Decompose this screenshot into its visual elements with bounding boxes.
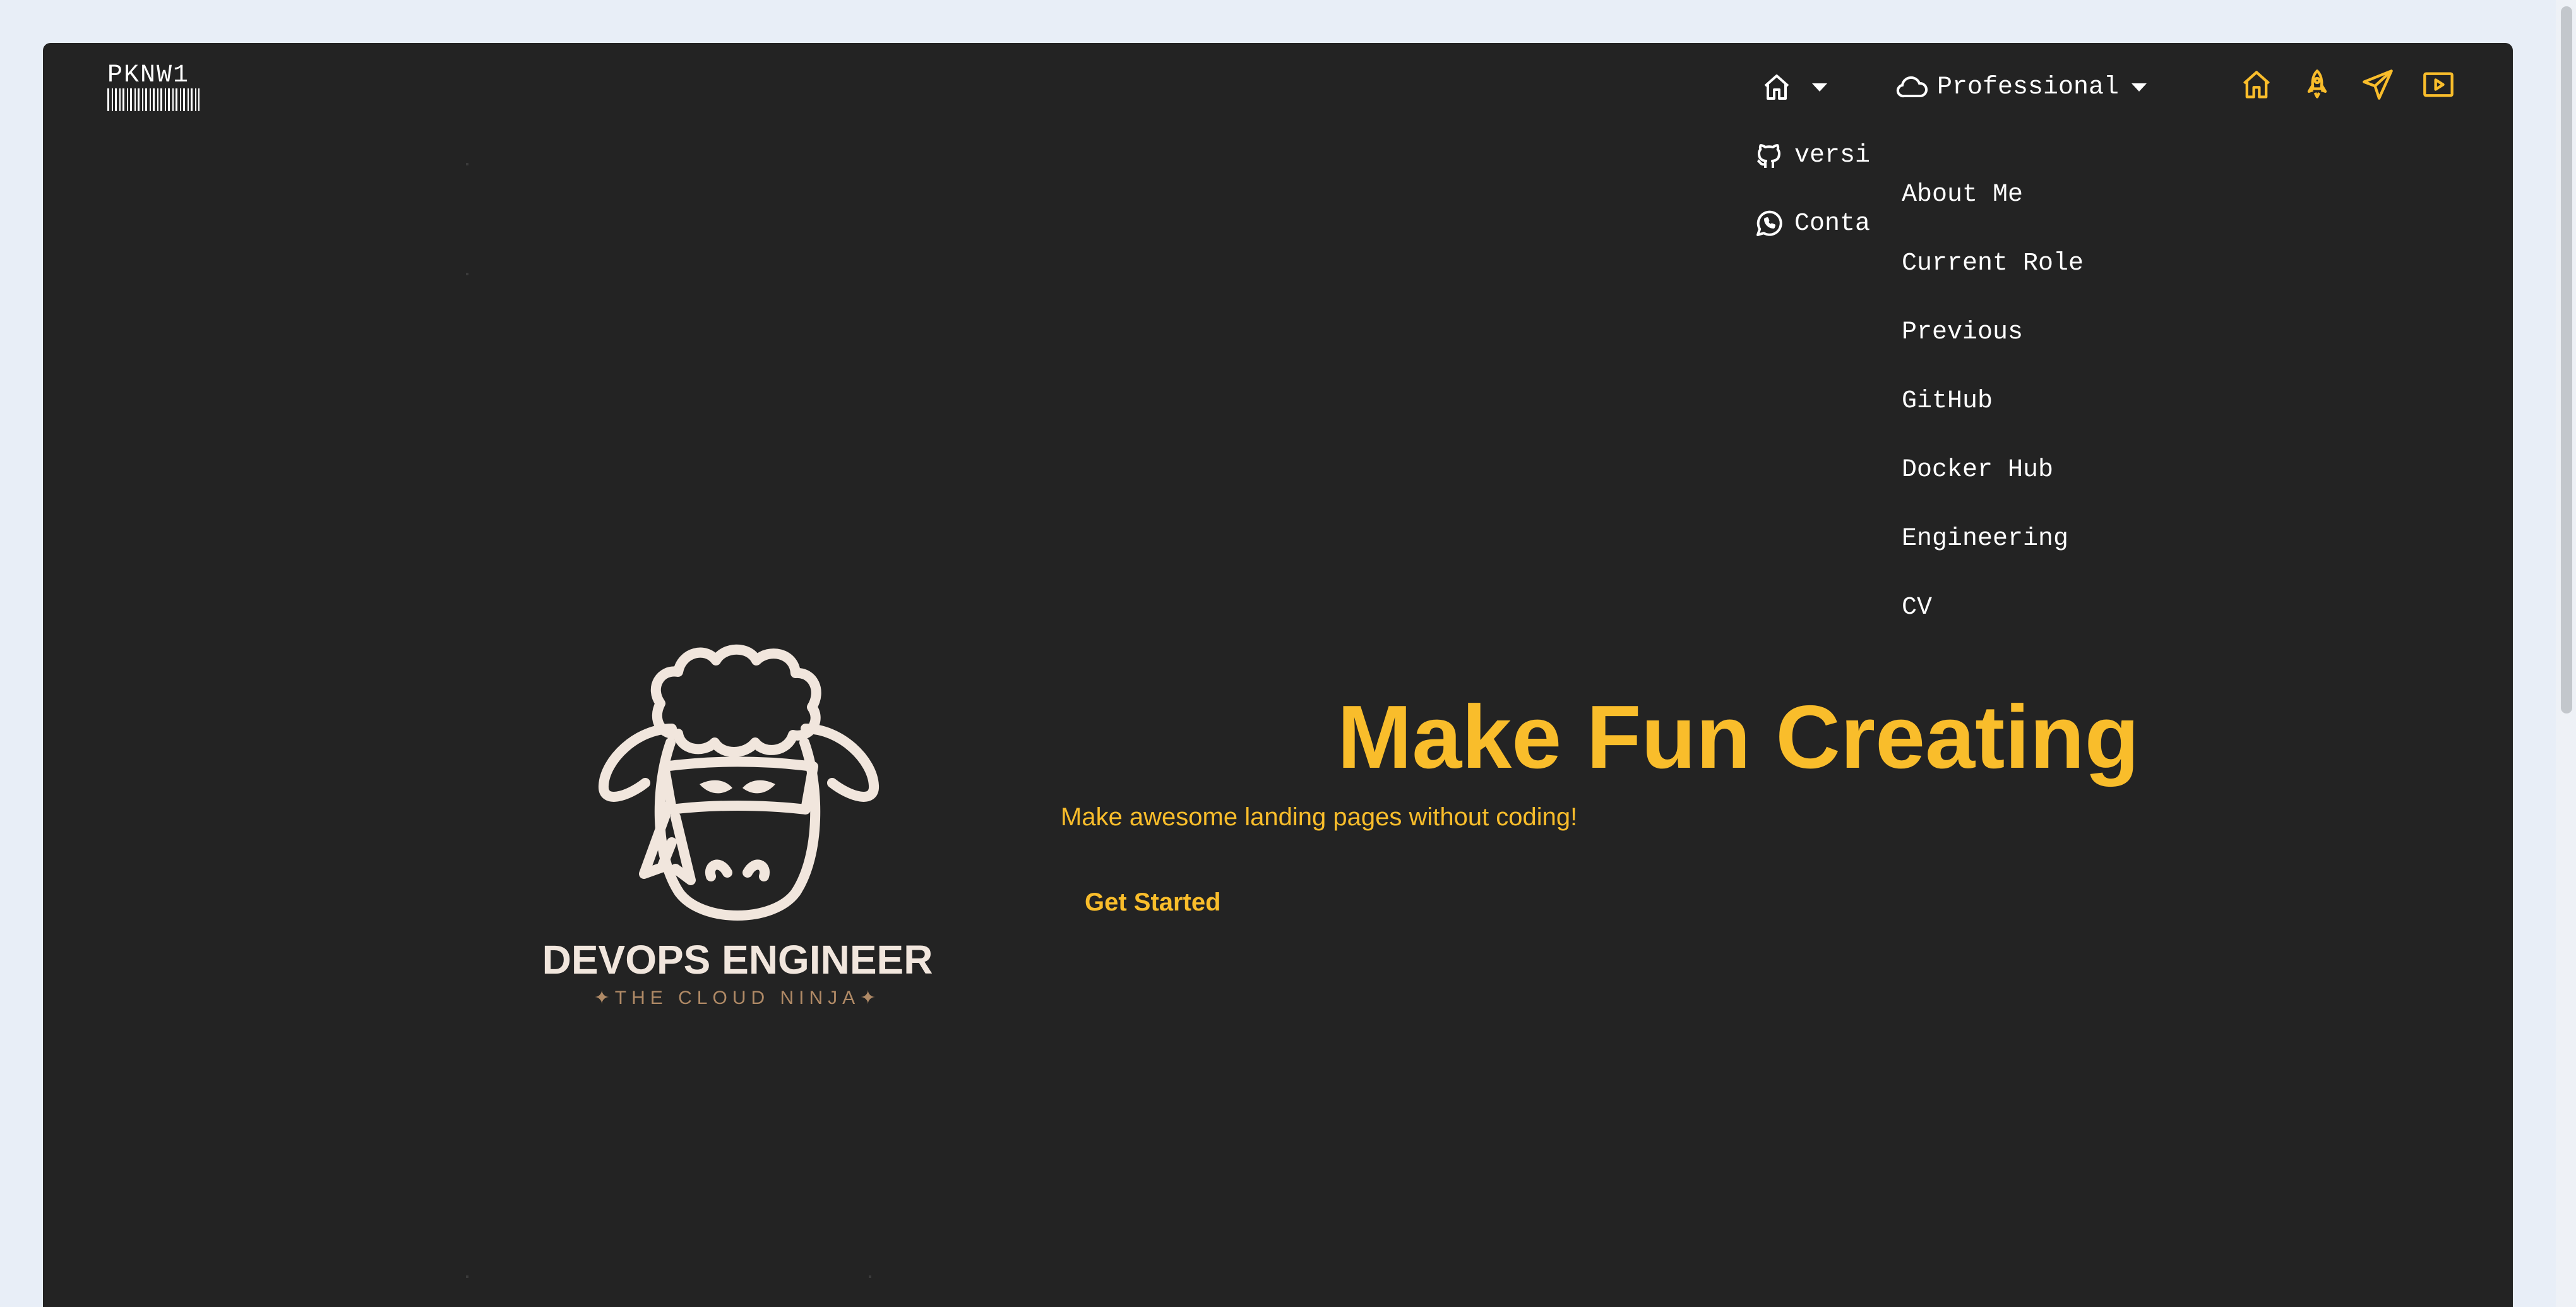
quick-icons [2240, 68, 2455, 101]
cloud-icon [1896, 76, 1928, 98]
barcode-graphic [107, 88, 200, 111]
hero-title: Make Fun Creating [1337, 687, 2140, 787]
hero-subtitle: Make awesome landing pages without codin… [1061, 803, 1578, 831]
chevron-down-icon [2132, 83, 2147, 92]
nav-professional-label: Professional [1937, 73, 2120, 102]
site-logo[interactable]: PKNW1 [107, 63, 200, 111]
home-menu-item-version[interactable]: versi [1754, 138, 1870, 173]
logo-text: PKNW1 [107, 61, 190, 90]
devops-ninja-logo: DEVOPS ENGINEER ✦THE CLOUD NINJA✦ [542, 644, 933, 1008]
home-icon [1764, 75, 1789, 100]
brand-tagline: ✦THE CLOUD NINJA✦ [594, 988, 881, 1008]
rocket-icon[interactable] [2301, 68, 2334, 101]
whatsapp-icon [1756, 210, 1782, 236]
home-menu-item-label: Conta [1794, 209, 1871, 238]
menu-item-docker-hub[interactable]: Docker Hub [1902, 456, 2053, 484]
decorative-speck [869, 1275, 871, 1278]
brand-title: DEVOPS ENGINEER [542, 937, 933, 982]
decorative-speck [466, 1275, 468, 1278]
menu-item-cv[interactable]: CV [1902, 594, 1932, 622]
home-menu-item-label: versi [1794, 141, 1871, 170]
chevron-down-icon [1812, 83, 1827, 92]
menu-item-github[interactable]: GitHub [1902, 387, 1993, 415]
menu-item-current-role[interactable]: Current Role [1902, 249, 2084, 278]
home-icon[interactable] [2240, 68, 2273, 101]
page-scrollbar[interactable] [2556, 0, 2576, 1307]
send-icon[interactable] [2361, 68, 2394, 101]
scrollbar-thumb[interactable] [2561, 6, 2572, 713]
decorative-speck [466, 273, 468, 275]
menu-item-previous[interactable]: Previous [1902, 318, 2023, 347]
home-menu-item-contact[interactable]: Conta [1754, 206, 1870, 241]
decorative-speck [466, 163, 468, 165]
home-dropdown-menu: versi Conta [1754, 138, 1909, 289]
nav-home-dropdown[interactable] [1762, 69, 1827, 105]
menu-item-about-me[interactable]: About Me [1902, 181, 2023, 209]
video-icon[interactable] [2422, 68, 2455, 101]
menu-item-engineering[interactable]: Engineering [1902, 525, 2068, 553]
github-icon [1756, 144, 1780, 168]
app-frame: PKNW1 Professional versi Conta About Me … [43, 43, 2513, 1307]
nav-professional-dropdown[interactable]: Professional [1895, 69, 2147, 105]
get-started-button[interactable]: Get Started [1085, 883, 1224, 922]
